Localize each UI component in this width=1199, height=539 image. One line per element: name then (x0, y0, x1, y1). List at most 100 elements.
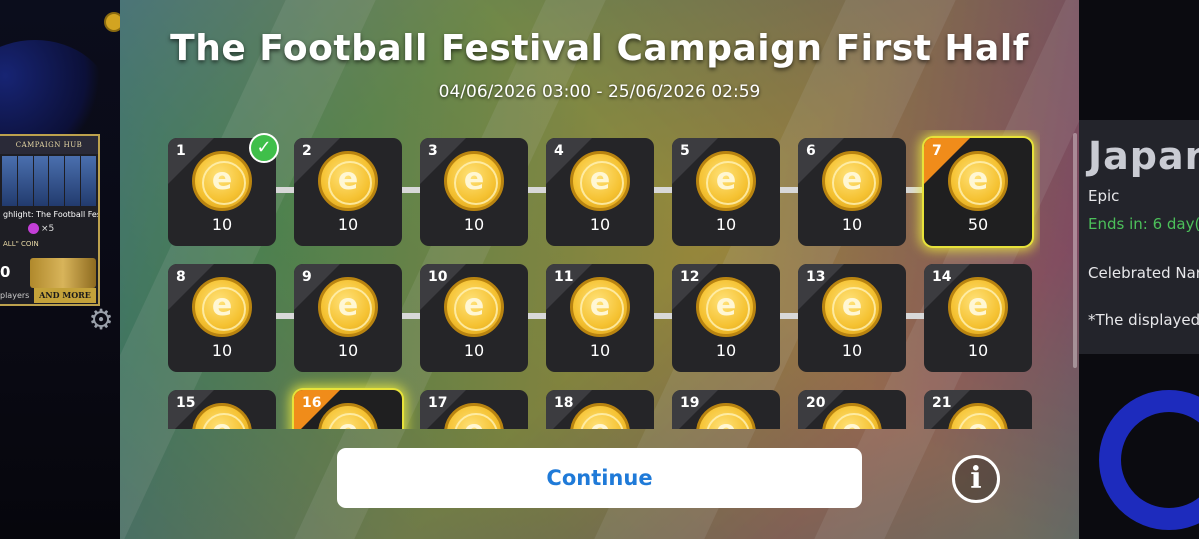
day-number: 18 (554, 395, 574, 411)
day-reward-card: 19e (672, 390, 780, 429)
displayed-note: *The displayed (1088, 311, 1199, 329)
day-reward-card: 12 e 10 (672, 264, 780, 372)
scrollbar[interactable] (1073, 133, 1077, 368)
day-reward-card: 21e (924, 390, 1032, 429)
day-connector (906, 187, 926, 193)
players-text: players (0, 291, 30, 300)
multiplier-value: ×5 (41, 224, 55, 234)
efootball-coin-icon: e (822, 403, 882, 429)
day-reward-card: 8 e 10 (168, 264, 276, 372)
day-connector (780, 187, 800, 193)
day-number: 8 (176, 269, 186, 285)
day-reward-card: 13 e 10 (798, 264, 906, 372)
efootball-coin-icon: e (948, 151, 1008, 211)
campaign-dates: 04/06/2026 03:00 - 25/06/2026 02:59 (438, 82, 761, 102)
player-cards-strip (0, 154, 98, 208)
day-reward-card: 15e (168, 390, 276, 429)
efootball-coin-icon: e (192, 403, 252, 429)
background-left-panel: CAMPAIGN HUB ghlight: The Football Festi… (0, 0, 120, 539)
efootball-coin-icon: e (192, 277, 252, 337)
efootball-coin-icon: e (444, 277, 504, 337)
coin-glyph: e (337, 162, 359, 197)
efootball-coin-icon: e (696, 277, 756, 337)
day-connector (528, 313, 548, 319)
efootball-coin-icon: e (318, 277, 378, 337)
efootball-coin-icon: e (444, 403, 504, 429)
efootball-coin-icon: e (192, 151, 252, 211)
day-reward-card: 14 e 10 (924, 264, 1032, 372)
day-connector (654, 187, 674, 193)
login-bonus-modal: The Football Festival Campaign First Hal… (120, 0, 1079, 539)
reward-amount: 10 (211, 215, 233, 234)
day-reward-card: 20e (798, 390, 906, 429)
info-button[interactable]: i (952, 455, 1000, 503)
coin-glyph: e (841, 288, 863, 323)
day-reward-card: 17e (420, 390, 528, 429)
reward-amount: 10 (211, 341, 233, 360)
coin-glyph: e (699, 406, 753, 429)
efootball-coin-icon: e (570, 277, 630, 337)
campaign-highlight-text: ghlight: The Football Festival (3, 210, 98, 219)
day-number: 17 (428, 395, 448, 411)
day-reward-card: 6 e 10 (798, 138, 906, 246)
reward-amount: 10 (841, 341, 863, 360)
coin-label: ALL" COIN (3, 240, 39, 248)
coin-glyph: e (967, 288, 989, 323)
and-more-label: AND MORE (34, 288, 96, 303)
efootball-coin-icon: e (696, 151, 756, 211)
reward-grid[interactable]: 1 e 10 ✓ 2 e 10 3 e 10 4 e 10 5 e 10 6 e 10 7 e 50 8 e 10 9 e 10 10 e… (160, 130, 1040, 429)
background-decoration (1099, 390, 1199, 530)
efootball-coin-icon: e (822, 151, 882, 211)
reward-amount: 10 (967, 341, 989, 360)
day-reward-card: 16e (294, 390, 402, 429)
day-connector (276, 313, 296, 319)
day-connector (654, 313, 674, 319)
day-number: 19 (680, 395, 700, 411)
day-reward-card: 10 e 10 (420, 264, 528, 372)
coin-glyph: e (715, 162, 737, 197)
reward-amount: 50 (967, 215, 989, 234)
day-number: 2 (302, 143, 312, 159)
token-icon (28, 223, 39, 234)
coin-glyph: e (211, 162, 233, 197)
reward-amount: 10 (463, 341, 485, 360)
efootball-coin-icon: e (570, 151, 630, 211)
continue-button[interactable]: Continue (337, 448, 862, 508)
efootball-coin-icon: e (948, 403, 1008, 429)
efootball-coin-icon: e (822, 277, 882, 337)
efootball-coin-icon: e (444, 151, 504, 211)
modal-title: The Football Festival Campaign First Hal… (170, 28, 1029, 69)
coin-glyph: e (463, 162, 485, 197)
day-number: 6 (806, 143, 816, 159)
reward-amount: 10 (337, 215, 359, 234)
ends-in-text: Ends in: 6 day(s (1088, 215, 1199, 233)
day-reward-card: 11 e 10 (546, 264, 654, 372)
coin-glyph: e (573, 406, 627, 429)
efootball-coin-icon: e (570, 403, 630, 429)
efootball-coin-icon: e (948, 277, 1008, 337)
coin-glyph: e (211, 288, 233, 323)
coin-glyph: e (951, 406, 1005, 429)
coin-glyph: e (447, 406, 501, 429)
day-number: 13 (806, 269, 826, 285)
promo-image (30, 258, 96, 288)
day-number: 11 (554, 269, 574, 285)
coin-glyph: e (195, 406, 249, 429)
day-connector (276, 187, 296, 193)
coin-glyph: e (589, 288, 611, 323)
day-reward-card: 7 e 50 (924, 138, 1032, 246)
day-number: 16 (302, 395, 322, 411)
efootball-coin-icon: e (696, 403, 756, 429)
celebrated-text: Celebrated Nam (1088, 264, 1199, 282)
coin-glyph: e (715, 288, 737, 323)
coin-glyph: e (321, 406, 375, 429)
coin-glyph: e (337, 288, 359, 323)
day-reward-card: 4 e 10 (546, 138, 654, 246)
multiplier: ×5 (0, 221, 98, 236)
day-connector (906, 313, 926, 319)
reward-amount: 10 (589, 215, 611, 234)
day-connector (780, 313, 800, 319)
player-rarity: Epic (1088, 187, 1120, 205)
day-reward-card: 5 e 10 (672, 138, 780, 246)
coin-glyph: e (825, 406, 879, 429)
